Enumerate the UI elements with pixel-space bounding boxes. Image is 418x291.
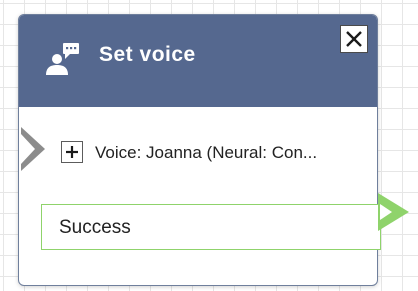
block-header[interactable]: Set voice: [19, 15, 377, 107]
person-speech-icon: [46, 43, 79, 75]
parameter-row: Voice: Joanna (Neural: Con...: [61, 141, 361, 169]
success-output-connector-inner: [380, 204, 392, 220]
close-button[interactable]: [340, 25, 368, 53]
branch-success[interactable]: Success: [41, 204, 381, 250]
flow-block-set-voice[interactable]: Set voice Voice: Joanna (Neural: Con... …: [18, 14, 381, 286]
expand-parameter-button[interactable]: [61, 141, 83, 163]
close-icon: [346, 31, 362, 47]
block-title: Set voice: [99, 43, 196, 66]
plus-icon: [66, 146, 78, 158]
input-connector-inner: [21, 134, 35, 164]
branch-success-label: Success: [59, 217, 131, 238]
voice-parameter-text: Voice: Joanna (Neural: Con...: [95, 143, 318, 162]
